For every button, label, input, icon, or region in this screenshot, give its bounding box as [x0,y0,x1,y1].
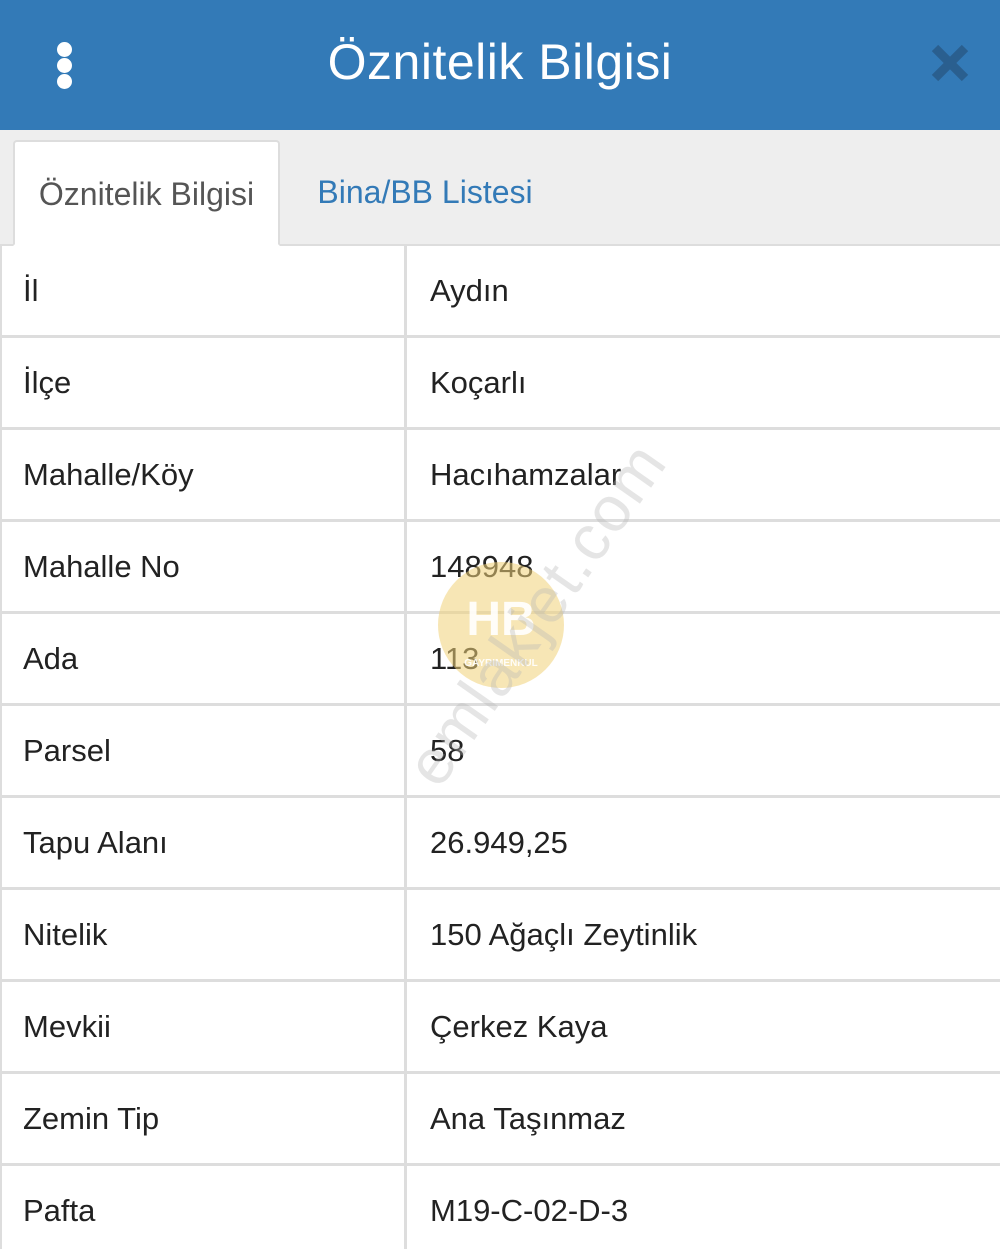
page-title: Öznitelik Bilgisi [327,34,673,90]
row-label: İlçe [0,338,407,427]
table-row: Tapu Alanı 26.949,25 [0,798,1000,890]
table-row: Ada 113 [0,614,1000,706]
row-value: 26.949,25 [430,824,568,860]
row-value: Hacıhamzalar [430,456,622,492]
row-label: Zemin Tip [0,1074,407,1163]
table-row: Mevkii Çerkez Kaya [0,982,1000,1074]
row-value: M19-C-02-D-3 [430,1192,629,1228]
row-label: Nitelik [0,890,407,979]
row-value: Aydın [430,272,509,308]
row-label: Tapu Alanı [0,798,407,887]
row-label: Mevkii [0,982,407,1071]
row-value: 148948 [430,548,534,584]
table-row: İlçe Koçarlı [0,338,1000,430]
row-label: Parsel [0,706,407,795]
row-value: Ana Taşınmaz [430,1100,626,1136]
row-value: 58 [430,732,465,768]
tab-attribute-info[interactable]: Öznitelik Bilgisi [13,140,280,246]
row-value: Koçarlı [430,364,527,400]
table-row: Mahalle/Köy Hacıhamzalar [0,430,1000,522]
row-value: 150 Ağaçlı Zeytinlik [430,916,698,952]
table-row: Parsel 58 [0,706,1000,798]
table-row: Nitelik 150 Ağaçlı Zeytinlik [0,890,1000,982]
row-label: Mahalle/Köy [0,430,407,519]
table-row: Pafta M19-C-02-D-3 [0,1166,1000,1249]
row-value: 113 [430,640,480,676]
row-label: Ada [0,614,407,703]
table-row: Zemin Tip Ana Taşınmaz [0,1074,1000,1166]
attribute-info-page: Öznitelik Bilgisi Öznitelik Bilgisi Bina… [0,0,1000,1249]
row-label: Mahalle No [0,522,407,611]
attribute-table: İl Aydın İlçe Koçarlı Mahalle/Köy Hacıha… [0,246,1000,1249]
close-icon[interactable] [925,38,975,88]
table-row: Mahalle No 148948 [0,522,1000,614]
tab-building-list[interactable]: Bina/BB Listesi [295,140,555,244]
row-value: Çerkez Kaya [430,1008,608,1044]
tab-bar: Öznitelik Bilgisi Bina/BB Listesi [0,130,1000,246]
table-row: İl Aydın [0,246,1000,338]
row-label: Pafta [0,1166,407,1249]
header-bar: Öznitelik Bilgisi [0,0,1000,130]
row-label: İl [0,246,407,335]
